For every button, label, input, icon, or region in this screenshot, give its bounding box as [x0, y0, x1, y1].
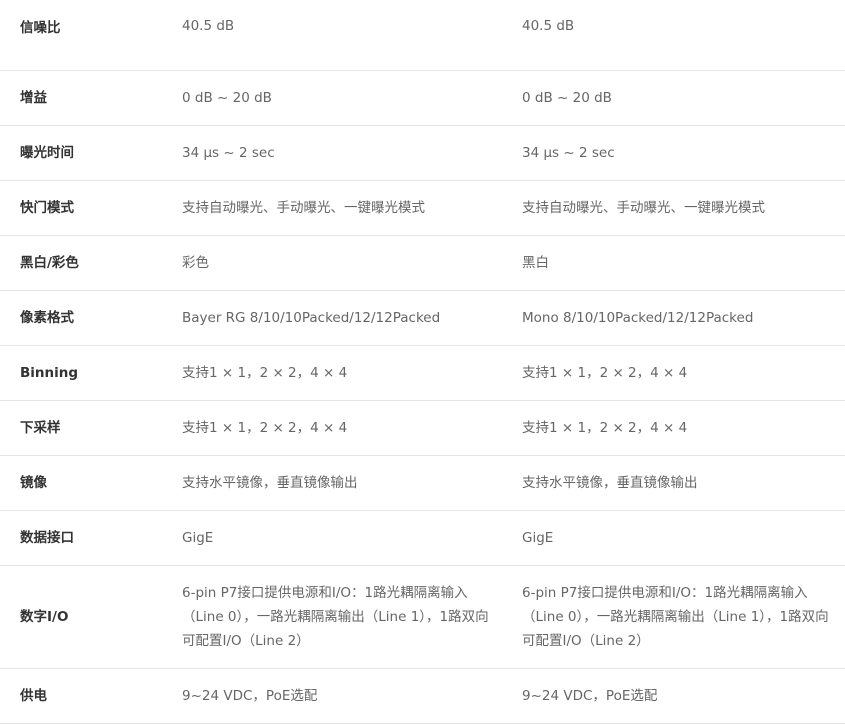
row-value-mono-model: 0 dB ~ 20 dB	[522, 90, 612, 106]
spec-row-gain: 增益 0 dB ~ 20 dB 0 dB ~ 20 dB	[0, 71, 845, 126]
spec-row-mono-color: 黑白/彩色 彩色 黑白	[0, 236, 845, 291]
row-label: 数据接口	[20, 530, 74, 546]
row-value-mono-model: Mono 8/10/10Packed/12/12Packed	[522, 310, 754, 326]
row-label: 信噪比	[20, 20, 61, 36]
spec-row-pixel-format: 像素格式 Bayer RG 8/10/10Packed/12/12Packed …	[0, 291, 845, 346]
spec-row-digital-io: 数字I/O 6-pin P7接口提供电源和I/O：1路光耦隔离输入（Line 0…	[0, 566, 845, 669]
spec-row-snr: 信噪比 40.5 dB 40.5 dB	[0, 0, 845, 71]
row-value-mono-model: 支持水平镜像，垂直镜像输出	[522, 475, 698, 491]
row-label: 镜像	[20, 475, 47, 491]
row-value-color-model: 支持1 × 1，2 × 2，4 × 4	[182, 365, 348, 381]
row-value-color-model: 40.5 dB	[182, 18, 235, 34]
row-value-color-model: 34 μs ~ 2 sec	[182, 145, 275, 161]
row-value-color-model: Bayer RG 8/10/10Packed/12/12Packed	[182, 310, 441, 326]
row-value-mono-model: 40.5 dB	[522, 18, 575, 34]
spec-table: 信噪比 40.5 dB 40.5 dB 增益 0 dB ~ 20 dB 0 dB…	[0, 0, 845, 724]
row-label: 数字I/O	[20, 609, 69, 625]
row-label: 黑白/彩色	[20, 255, 79, 271]
row-label: 下采样	[20, 420, 61, 436]
row-value-mono-model: 6-pin P7接口提供电源和I/O：1路光耦隔离输入（Line 0），一路光耦…	[522, 585, 829, 649]
row-value-mono-model: 黑白	[522, 255, 549, 271]
row-value-mono-model: 9~24 VDC，PoE选配	[522, 688, 658, 704]
row-value-color-model: 彩色	[182, 255, 209, 271]
row-value-color-model: 6-pin P7接口提供电源和I/O：1路光耦隔离输入（Line 0），一路光耦…	[182, 585, 489, 649]
row-value-color-model: 支持1 × 1，2 × 2，4 × 4	[182, 420, 348, 436]
row-label: 像素格式	[20, 310, 74, 326]
row-label: 增益	[20, 90, 47, 106]
row-value-color-model: 支持自动曝光、手动曝光、一键曝光模式	[182, 200, 425, 216]
row-value-color-model: GigE	[182, 530, 214, 546]
row-label: 快门模式	[20, 200, 74, 216]
spec-row-data-interface: 数据接口 GigE GigE	[0, 511, 845, 566]
spec-row-mirror: 镜像 支持水平镜像，垂直镜像输出 支持水平镜像，垂直镜像输出	[0, 456, 845, 511]
row-value-mono-model: 支持自动曝光、手动曝光、一键曝光模式	[522, 200, 765, 216]
spec-row-power: 供电 9~24 VDC，PoE选配 9~24 VDC，PoE选配	[0, 669, 845, 724]
spec-row-decimation: 下采样 支持1 × 1，2 × 2，4 × 4 支持1 × 1，2 × 2，4 …	[0, 401, 845, 456]
row-label: 曝光时间	[20, 145, 74, 161]
row-value-mono-model: 支持1 × 1，2 × 2，4 × 4	[522, 365, 688, 381]
row-value-mono-model: GigE	[522, 530, 554, 546]
row-value-color-model: 9~24 VDC，PoE选配	[182, 688, 318, 704]
spec-row-shutter-mode: 快门模式 支持自动曝光、手动曝光、一键曝光模式 支持自动曝光、手动曝光、一键曝光…	[0, 181, 845, 236]
row-label: 供电	[20, 688, 47, 704]
spec-row-binning: Binning 支持1 × 1，2 × 2，4 × 4 支持1 × 1，2 × …	[0, 346, 845, 401]
row-label: Binning	[20, 365, 79, 381]
spec-table-body: 信噪比 40.5 dB 40.5 dB 增益 0 dB ~ 20 dB 0 dB…	[0, 0, 845, 724]
row-value-color-model: 支持水平镜像，垂直镜像输出	[182, 475, 358, 491]
row-value-mono-model: 34 μs ~ 2 sec	[522, 145, 615, 161]
row-value-mono-model: 支持1 × 1，2 × 2，4 × 4	[522, 420, 688, 436]
row-value-color-model: 0 dB ~ 20 dB	[182, 90, 272, 106]
spec-row-exposure-time: 曝光时间 34 μs ~ 2 sec 34 μs ~ 2 sec	[0, 126, 845, 181]
